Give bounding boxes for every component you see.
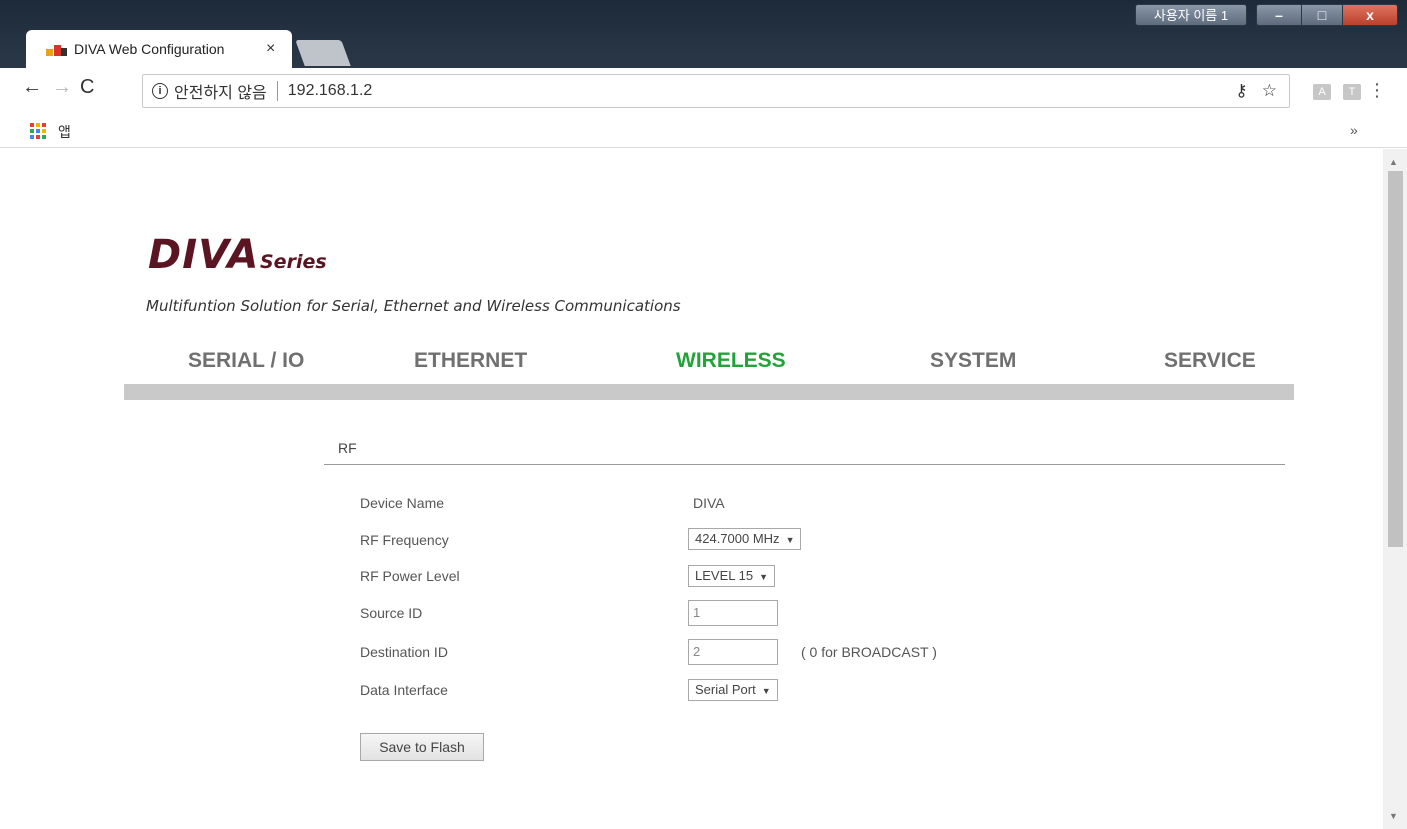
- rf-frequency-select[interactable]: 424.7000 MHz ▼: [688, 528, 802, 550]
- menu-icon[interactable]: ⋮: [1368, 80, 1386, 101]
- nav-ethernet[interactable]: ETHERNET: [414, 349, 527, 373]
- extension-t-icon[interactable]: T: [1343, 84, 1361, 100]
- scrollbar-thumb[interactable]: [1388, 171, 1403, 547]
- browser-tab[interactable]: DIVA Web Configuration ×: [26, 30, 292, 68]
- bookmark-star-icon[interactable]: ☆: [1262, 81, 1277, 101]
- tab-close-icon[interactable]: ×: [266, 40, 275, 58]
- main-nav: SERIAL / IO ETHERNET WIRELESS SYSTEM SER…: [124, 349, 1294, 379]
- vertical-scrollbar[interactable]: ▲ ▼: [1383, 149, 1407, 829]
- info-icon[interactable]: i: [152, 83, 168, 99]
- bookmarks-more-icon[interactable]: »: [1350, 122, 1358, 138]
- save-to-flash-button[interactable]: Save to Flash: [360, 733, 484, 761]
- rf-power-level-select[interactable]: LEVEL 15 ▼: [688, 565, 775, 587]
- url-text[interactable]: 192.168.1.2: [288, 82, 373, 100]
- nav-underline-bar: [124, 384, 1294, 400]
- broadcast-hint: ( 0 for BROADCAST ): [801, 644, 937, 660]
- source-id-input[interactable]: 1: [688, 600, 778, 626]
- scroll-up-icon[interactable]: ▲: [1389, 157, 1398, 167]
- dropdown-caret-icon: ▼: [761, 686, 771, 696]
- extension-acrobat-icon[interactable]: A: [1313, 84, 1331, 100]
- minimize-icon[interactable]: –: [1256, 4, 1302, 26]
- reload-icon[interactable]: C: [80, 76, 94, 99]
- bookmarks-bar: 앱 »: [0, 114, 1407, 148]
- scroll-down-icon[interactable]: ▼: [1389, 811, 1398, 821]
- dropdown-caret-icon: ▼: [759, 572, 768, 582]
- forward-arrow-icon[interactable]: →: [52, 76, 72, 99]
- device-name-label: Device Name: [360, 495, 445, 511]
- rf-power-level-label: RF Power Level: [360, 568, 460, 584]
- url-separator: [276, 81, 278, 101]
- data-interface-select[interactable]: Serial Port ▼: [688, 679, 778, 701]
- nav-serial-io[interactable]: SERIAL / IO: [188, 349, 304, 373]
- back-arrow-icon[interactable]: ←: [22, 76, 42, 99]
- tagline: Multifuntion Solution for Serial, Ethern…: [146, 297, 681, 315]
- nav-system[interactable]: SYSTEM: [930, 349, 1016, 373]
- section-title: RF: [338, 440, 357, 456]
- data-interface-value: Serial Port: [695, 682, 756, 697]
- close-window-icon[interactable]: x: [1342, 4, 1398, 26]
- diva-favicon-icon: [46, 42, 68, 56]
- logo-series: Series: [260, 251, 327, 273]
- title-bar: DIVA Web Configuration × 사용자 이름 1 – □ x: [0, 0, 1407, 68]
- nav-service[interactable]: SERVICE: [1164, 349, 1256, 373]
- device-name-value: DIVA: [693, 495, 725, 511]
- section-divider: [324, 464, 1285, 465]
- new-tab-button[interactable]: [295, 40, 351, 66]
- browser-window: DIVA Web Configuration × 사용자 이름 1 – □ x …: [0, 0, 1407, 829]
- rf-power-level-value: LEVEL 15: [695, 568, 754, 583]
- dropdown-caret-icon: ▼: [785, 535, 795, 545]
- rf-frequency-value: 424.7000 MHz: [695, 531, 780, 546]
- destination-id-input[interactable]: 2: [688, 639, 778, 665]
- source-id-label: Source ID: [360, 605, 423, 621]
- destination-id-label: Destination ID: [360, 644, 448, 660]
- apps-label[interactable]: 앱: [58, 122, 71, 142]
- key-icon[interactable]: ⚷: [1235, 81, 1247, 101]
- security-label: 안전하지 않음: [174, 85, 267, 102]
- tab-title: DIVA Web Configuration: [74, 41, 225, 57]
- nav-wireless[interactable]: WIRELESS: [676, 349, 786, 373]
- address-bar[interactable]: i 안전하지 않음 192.168.1.2 ⚷ ☆: [142, 74, 1290, 108]
- page-viewport: DIVA Series Multifuntion Solution for Se…: [8, 149, 1407, 829]
- browser-toolbar: ← → C i 안전하지 않음 192.168.1.2 ⚷ ☆ A T ⋮: [0, 68, 1407, 114]
- profile-button[interactable]: 사용자 이름 1: [1135, 4, 1247, 26]
- apps-grid-icon[interactable]: [30, 123, 48, 139]
- data-interface-label: Data Interface: [360, 682, 448, 698]
- diva-logo: DIVA: [148, 232, 260, 278]
- rf-frequency-label: RF Frequency: [360, 532, 449, 548]
- maximize-icon[interactable]: □: [1301, 4, 1343, 26]
